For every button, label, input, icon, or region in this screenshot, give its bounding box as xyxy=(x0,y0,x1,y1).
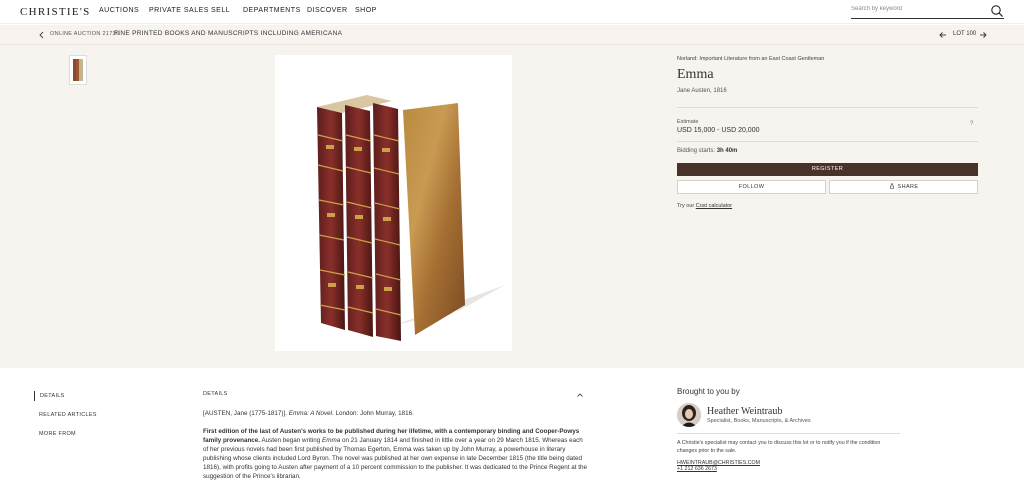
citation-imprint: . London: John Murray, 1816. xyxy=(332,410,414,417)
breadcrumb-sale-number[interactable]: ONLINE AUCTION 21736 xyxy=(50,31,119,37)
search-box xyxy=(851,4,1004,19)
specialist-heading: Brought to you by xyxy=(677,387,740,396)
register-button[interactable]: REGISTER xyxy=(677,163,978,176)
citation-author: [AUSTEN, Jane (1775-1817)]. xyxy=(203,410,287,417)
lot-subtitle: Jane Austen, 1816 xyxy=(677,88,727,94)
lot-collection[interactable]: Norland: Important Literature from an Ea… xyxy=(677,56,824,62)
image-thumbnail[interactable] xyxy=(69,55,87,85)
divider xyxy=(677,141,978,142)
divider xyxy=(677,107,978,108)
bidding-starts: Bidding starts: 3h 40m xyxy=(677,148,737,154)
cost-calculator-line: Try our Cost calculator xyxy=(677,203,732,209)
cost-prefix: Try our xyxy=(677,203,695,209)
lot-main-image[interactable] xyxy=(275,55,512,351)
specialist-department: Specialist, Books, Manuscripts, & Archiv… xyxy=(707,418,811,424)
nav-sell[interactable]: SELL xyxy=(211,7,230,14)
follow-button[interactable]: FOLLOW xyxy=(677,180,826,194)
bidding-label: Bidding starts: xyxy=(677,148,716,154)
nav-shop[interactable]: SHOP xyxy=(355,7,377,14)
share-button[interactable]: SHARE xyxy=(829,180,978,194)
breadcrumb: ONLINE AUCTION 21736 FINE PRINTED BOOKS … xyxy=(0,25,1024,45)
chevron-left-icon[interactable] xyxy=(38,30,46,40)
cost-calculator-link[interactable]: Cost calculator xyxy=(696,203,732,209)
bidding-countdown: 3h 40m xyxy=(716,148,738,154)
divider xyxy=(677,433,900,434)
share-icon xyxy=(889,183,894,189)
search-input[interactable] xyxy=(851,6,981,12)
specialist-note: A Christie's specialist may contact you … xyxy=(677,440,881,454)
books-image xyxy=(317,95,505,341)
citation-title: Emma: A Novel xyxy=(288,410,333,417)
chevron-up-icon[interactable] xyxy=(576,391,584,399)
specialist-name[interactable]: Heather Weintraub xyxy=(707,406,782,417)
details-heading[interactable]: DETAILS xyxy=(203,391,228,397)
nav-private-sales[interactable]: PRIVATE SALES xyxy=(149,7,209,14)
search-icon[interactable] xyxy=(990,4,1004,18)
breadcrumb-sale-title[interactable]: FINE PRINTED BOOKS AND MANUSCRIPTS INCLU… xyxy=(114,30,342,37)
previous-lot-icon[interactable] xyxy=(938,30,948,40)
tab-more-from[interactable]: MORE FROM xyxy=(34,429,76,439)
specialist-phone-link[interactable]: +1 212 636 2673 xyxy=(677,466,717,472)
avatar xyxy=(677,403,701,427)
christies-logo[interactable]: CHRISTIE'S xyxy=(20,6,91,18)
lot-hero: Norland: Important Literature from an Ea… xyxy=(0,45,1024,368)
next-lot-icon[interactable] xyxy=(978,30,988,40)
description-text: Austen began writing xyxy=(260,437,323,444)
lot-number: LOT 100 xyxy=(953,31,977,37)
nav-departments[interactable]: DEPARTMENTS xyxy=(243,7,301,14)
description-italic: Emma xyxy=(322,437,341,444)
share-label: SHARE xyxy=(897,184,919,190)
details-citation: [AUSTEN, Jane (1775-1817)]. Emma: A Nove… xyxy=(203,410,414,417)
estimate-value: USD 15,000 - USD 20,000 xyxy=(677,127,760,134)
details-description: First edition of the last of Austen's wo… xyxy=(203,427,588,481)
tab-related-articles[interactable]: RELATED ARTICLES xyxy=(34,410,97,420)
nav-auctions[interactable]: AUCTIONS xyxy=(99,7,139,14)
lot-title: Emma xyxy=(677,67,714,82)
help-icon[interactable]: ? xyxy=(970,121,973,127)
top-navigation: CHRISTIE'S AUCTIONS PRIVATE SALES SELL D… xyxy=(0,0,1024,24)
tab-details[interactable]: DETAILS xyxy=(34,391,65,401)
estimate-label: Estimate xyxy=(677,119,699,125)
nav-discover[interactable]: DISCOVER xyxy=(307,7,348,14)
